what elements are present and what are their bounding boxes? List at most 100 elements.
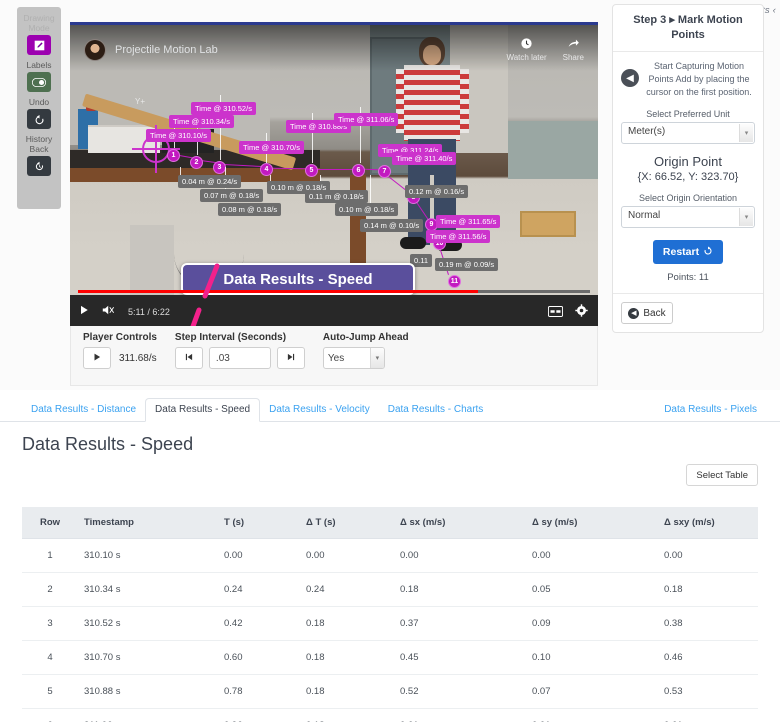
results-content: Data Results - Speed Select Table Row Ti…: [0, 422, 780, 722]
tab-data-results-distance[interactable]: Data Results - Distance: [22, 399, 145, 421]
point-time-tag-8: Time @ 311.40/s: [392, 152, 457, 165]
cell-timestamp: 310.52 s: [78, 606, 218, 641]
chevron-down-icon: ▾: [739, 124, 753, 142]
back-button[interactable]: ◀ Back: [621, 302, 673, 324]
cell-delta-sx: 0.18: [394, 572, 526, 607]
refresh-icon: [703, 246, 713, 259]
toggle-on-icon: [32, 77, 46, 87]
cell-timestamp: 310.10 s: [78, 538, 218, 573]
history-clock-icon: [34, 161, 45, 172]
cell-row: 6: [22, 708, 78, 722]
play-button[interactable]: [83, 347, 111, 369]
settings-gear-icon[interactable]: [575, 304, 588, 322]
tab-data-results-velocity[interactable]: Data Results - Velocity: [260, 399, 379, 421]
unit-select[interactable]: Meter(s) ▾: [621, 122, 755, 144]
cell-delta-sy: 0.01: [526, 708, 658, 722]
cell-delta-t: 0.18: [300, 674, 394, 709]
cell-delta-t: 0.00: [300, 538, 394, 573]
cell-t: 0.24: [218, 572, 300, 607]
step-forward-button[interactable]: [276, 347, 305, 369]
arrow-left-circle-icon[interactable]: ◀: [621, 69, 639, 87]
tab-data-results-pixels[interactable]: Data Results - Pixels: [655, 399, 766, 421]
cell-delta-t: 0.18: [300, 606, 394, 641]
share-button[interactable]: Share: [563, 36, 584, 62]
cell-delta-sy: 0.05: [526, 572, 658, 607]
cell-delta-sx: 0.52: [394, 674, 526, 709]
table-row[interactable]: 3 310.52 s 0.42 0.18 0.37 0.09 0.38: [22, 606, 758, 641]
speed-results-table: Row Timestamp T (s) Δ T (s) Δ sx (m/s) Δ…: [22, 507, 758, 722]
point-dist-tag-2: 0.04 m @ 0.24/s: [178, 175, 242, 188]
axis-label-y: Y+: [135, 97, 146, 106]
col-row: Row: [22, 507, 78, 539]
step-panel: Step 3 ▸ Mark Motion Points ◀ Start Capt…: [612, 4, 764, 333]
tool-rail: Drawing Mode Labels Undo History Back: [17, 7, 61, 209]
channel-avatar[interactable]: [84, 39, 106, 61]
table-row[interactable]: 2 310.34 s 0.24 0.24 0.18 0.05 0.18: [22, 572, 758, 607]
motion-point-2[interactable]: 2: [190, 156, 203, 169]
cell-t: 0.78: [218, 674, 300, 709]
cell-row: 1: [22, 538, 78, 573]
step-interval-label: Step Interval (Seconds): [174, 332, 287, 343]
cell-delta-t: 0.18: [300, 708, 394, 722]
col-timestamp: Timestamp: [78, 507, 218, 539]
chevron-down-icon: ▾: [739, 208, 753, 226]
cell-timestamp: 310.70 s: [78, 640, 218, 675]
table-body: 1 310.10 s 0.00 0.00 0.00 0.00 0.00 2 31…: [22, 538, 758, 722]
unit-label: Select Preferred Unit: [646, 109, 730, 119]
cell-row: 5: [22, 674, 78, 709]
undo-button[interactable]: [27, 109, 51, 129]
cell-t: 0.00: [218, 538, 300, 573]
drawing-mode-button[interactable]: [27, 35, 51, 55]
pencil-square-icon: [34, 40, 45, 51]
video-mute-icon[interactable]: [102, 303, 116, 321]
step-panel-header: Step 3 ▸ Mark Motion Points: [613, 5, 763, 52]
table-row[interactable]: 4 310.70 s 0.60 0.18 0.45 0.10 0.46: [22, 640, 758, 675]
undo-label: Undo: [28, 97, 50, 107]
motion-point-7[interactable]: 7: [378, 165, 391, 178]
table-row[interactable]: 5 310.88 s 0.78 0.18 0.52 0.07 0.53: [22, 674, 758, 709]
step-hint: ◀ Start Capturing Motion Points Add by p…: [621, 60, 755, 99]
auto-jump-ahead-label: Auto-Jump Ahead: [322, 332, 409, 343]
cell-delta-sx: 0.00: [394, 538, 526, 573]
table-header-row: Row Timestamp T (s) Δ T (s) Δ sx (m/s) Δ…: [22, 507, 758, 539]
undo-arrow-icon: [34, 114, 45, 125]
motion-point-5[interactable]: 5: [305, 164, 318, 177]
youtube-control-bar[interactable]: 5:11 / 6:22: [70, 290, 598, 326]
point-dist-tag-9: 0.14 m @ 0.10/s: [360, 219, 424, 232]
point-dist-tag-7: 0.10 m @ 0.18/s: [335, 203, 399, 216]
cell-delta-sy: 0.10: [526, 640, 658, 675]
col-t: T (s): [218, 507, 300, 539]
video-player[interactable]: Y+ X+ 1 2 3 4 5 6 7: [70, 22, 598, 326]
arrow-left-circle-icon: ◀: [628, 307, 640, 319]
tab-data-results-speed[interactable]: Data Results - Speed: [145, 398, 261, 422]
tab-data-results-charts[interactable]: Data Results - Charts: [379, 399, 493, 421]
cell-delta-sy: 0.09: [526, 606, 658, 641]
select-table-button[interactable]: Select Table: [686, 464, 758, 486]
video-play-icon[interactable]: [78, 303, 90, 321]
cell-delta-sy: 0.00: [526, 538, 658, 573]
cell-timestamp: 310.88 s: [78, 674, 218, 709]
watch-later-button[interactable]: Watch later: [506, 36, 547, 62]
motion-point-4[interactable]: 4: [260, 163, 273, 176]
cell-row: 4: [22, 640, 78, 675]
cell-t: 0.60: [218, 640, 300, 675]
orientation-select[interactable]: Normal ▾: [621, 206, 755, 228]
motion-point-6[interactable]: 6: [352, 164, 365, 177]
point-dist-tag-8: 0.12 m @ 0.16/s: [405, 185, 469, 198]
point-time-tag-4: Time @ 310.70/s: [239, 141, 304, 154]
point-time-tag-2: Time @ 310.34/s: [169, 115, 234, 128]
video-title[interactable]: Projectile Motion Lab: [115, 44, 218, 56]
video-progress-bar[interactable]: [78, 290, 590, 293]
step-interval-input[interactable]: [208, 347, 271, 369]
history-back-button[interactable]: [27, 156, 51, 176]
motion-point-11[interactable]: 11: [448, 275, 461, 288]
labels-toggle-button[interactable]: [27, 72, 51, 92]
closed-captions-icon[interactable]: [547, 304, 564, 322]
table-row[interactable]: 1 310.10 s 0.00 0.00 0.00 0.00 0.00: [22, 538, 758, 573]
motion-point-1[interactable]: 1: [167, 149, 180, 162]
table-row[interactable]: 6 311.06 s 0.96 0.18 0.61 0.01 0.61: [22, 708, 758, 722]
restart-button[interactable]: Restart: [653, 240, 723, 264]
cell-delta-t: 0.18: [300, 640, 394, 675]
step-backward-button[interactable]: [174, 347, 203, 369]
step-forward-icon: [286, 349, 296, 367]
